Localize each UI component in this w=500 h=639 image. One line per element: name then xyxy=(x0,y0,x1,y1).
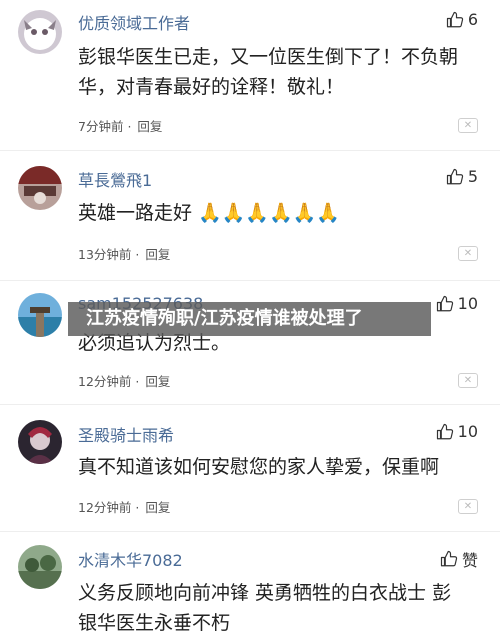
reply-button[interactable]: 回复 xyxy=(145,247,170,262)
avatar[interactable] xyxy=(18,420,62,464)
comment-meta: 12分钟前 · 回复 xyxy=(78,497,170,516)
reply-button[interactable]: 回复 xyxy=(137,119,162,134)
avatar[interactable] xyxy=(18,545,62,589)
like-count: 10 xyxy=(457,294,478,313)
separator: · xyxy=(135,247,140,262)
timestamp: 7分钟前 xyxy=(78,119,124,134)
timestamp: 12分钟前 xyxy=(78,500,132,515)
thumb-up-icon xyxy=(446,11,464,29)
username[interactable]: 水清木华7082 xyxy=(78,547,183,571)
thumb-up-icon xyxy=(436,423,454,441)
close-icon: ✕ xyxy=(463,500,473,512)
like-count: 6 xyxy=(467,10,478,29)
separator: · xyxy=(135,500,140,515)
avatar[interactable] xyxy=(18,293,62,337)
username[interactable]: 圣殿骑士雨希 xyxy=(78,422,174,446)
close-button[interactable]: ✕ xyxy=(458,118,478,133)
username[interactable]: 草長鶯飛1 xyxy=(78,167,152,191)
like-button[interactable]: 5 xyxy=(446,167,478,186)
avatar[interactable] xyxy=(18,10,62,54)
comment-meta: 12分钟前 · 回复 xyxy=(78,371,170,390)
close-button[interactable]: ✕ xyxy=(458,373,478,388)
comment-text: 英雄一路走好 🙏🙏🙏🙏🙏🙏 xyxy=(78,202,340,224)
like-button[interactable]: 赞 xyxy=(440,547,478,571)
thumb-up-icon xyxy=(440,550,458,568)
like-label: 赞 xyxy=(461,551,478,570)
divider xyxy=(0,531,500,532)
reply-button[interactable]: 回复 xyxy=(145,500,170,515)
close-icon: ✕ xyxy=(463,247,473,259)
comment-text: 真不知道该如何安慰您的家人挚爱，保重啊 xyxy=(78,456,440,478)
like-count: 10 xyxy=(457,422,478,441)
username[interactable]: 优质领域工作者 xyxy=(78,10,190,34)
title-overlay: 江苏疫情殉职/江苏疫情谁被处理了 xyxy=(68,302,431,336)
like-button[interactable]: 10 xyxy=(436,422,478,441)
comment-meta: 7分钟前 · 回复 xyxy=(78,116,162,135)
close-icon: ✕ xyxy=(463,119,473,131)
separator: · xyxy=(135,374,140,389)
separator: · xyxy=(127,119,132,134)
comment-text: 彭银华医生已走，又一位医生倒下了！不负朝华，对青春最好的诠释！敬礼！ xyxy=(78,46,459,98)
like-button[interactable]: 10 xyxy=(436,294,478,313)
reply-button[interactable]: 回复 xyxy=(145,374,170,389)
timestamp: 13分钟前 xyxy=(78,247,132,262)
close-icon: ✕ xyxy=(463,374,473,386)
comment-meta: 13分钟前 · 回复 xyxy=(78,244,170,263)
like-button[interactable]: 6 xyxy=(446,10,478,29)
divider xyxy=(0,280,500,281)
close-button[interactable]: ✕ xyxy=(458,246,478,261)
divider xyxy=(0,150,500,151)
thumb-up-icon xyxy=(446,168,464,186)
comment-text: 义务反顾地向前冲锋 英勇牺牲的白衣战士 彭银华医生永垂不朽 xyxy=(78,582,452,634)
timestamp: 12分钟前 xyxy=(78,374,132,389)
like-count: 5 xyxy=(467,167,478,186)
avatar[interactable] xyxy=(18,166,62,210)
close-button[interactable]: ✕ xyxy=(458,499,478,514)
thumb-up-icon xyxy=(436,295,454,313)
divider xyxy=(0,404,500,405)
